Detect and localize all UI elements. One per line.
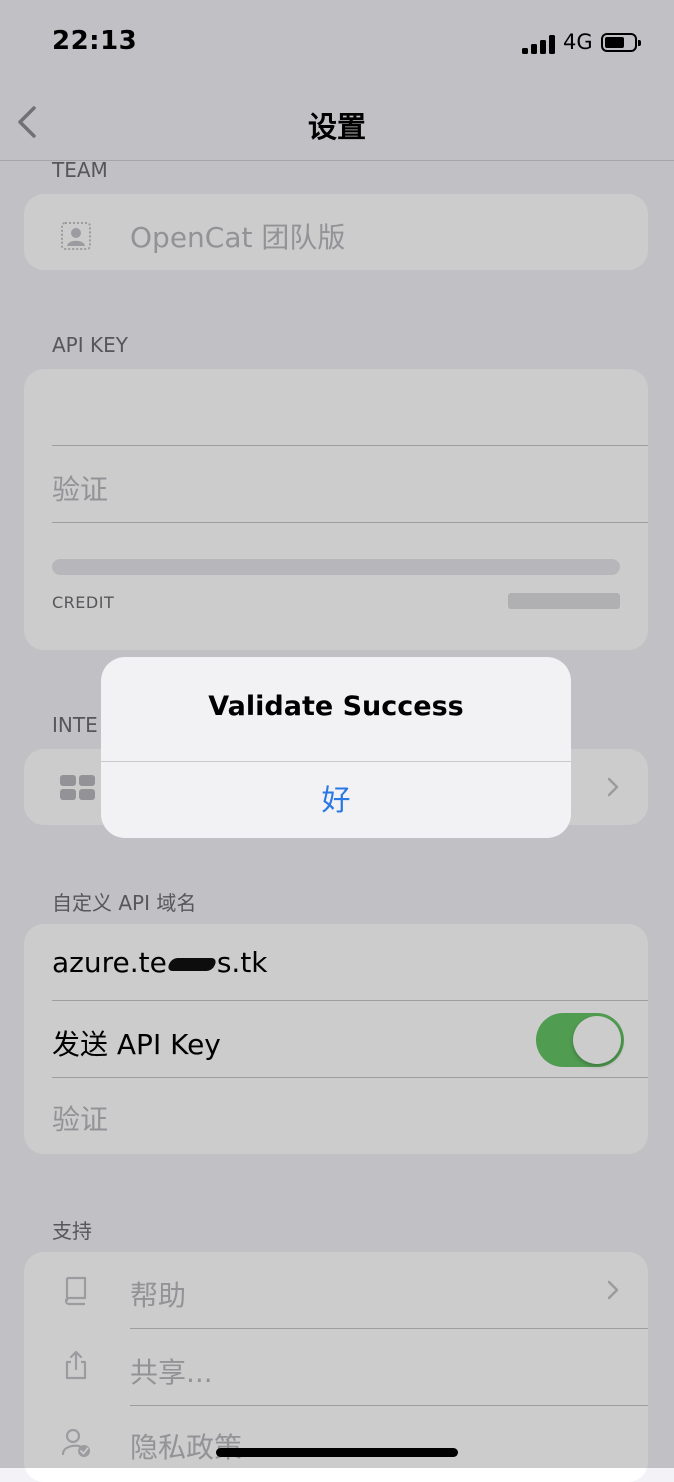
alert-ok-button[interactable]: 好 [101, 762, 571, 838]
alert-title: Validate Success [208, 691, 464, 722]
alert-dialog: Validate Success 好 [101, 657, 571, 838]
home-indicator[interactable] [216, 1448, 458, 1457]
